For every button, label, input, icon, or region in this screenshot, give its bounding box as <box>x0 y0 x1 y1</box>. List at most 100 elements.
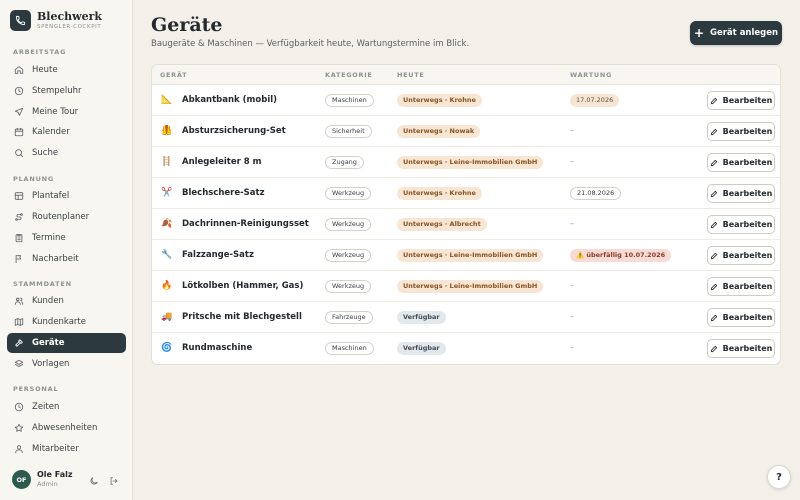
sidebar-item-stempeluhr[interactable]: Stempeluhr <box>7 81 126 101</box>
maintenance-empty: – <box>570 126 574 135</box>
sidebar-item-label: Mitarbeiter <box>32 444 79 454</box>
category-badge: Zugang <box>325 156 364 169</box>
pencil-icon <box>710 252 718 260</box>
maintenance-date-badge: 21.08.2026 <box>570 187 622 200</box>
logout-icon[interactable] <box>108 475 120 487</box>
brand[interactable]: Blechwerk SPENGLER-COCKPIT <box>10 10 102 31</box>
edit-label: Bearbeiten <box>722 220 773 229</box>
sidebar-item-mitarbeiter[interactable]: Mitarbeiter <box>7 439 126 459</box>
device-name: Blechschere-Satz <box>182 188 265 198</box>
column-header-today: HEUTE <box>397 71 425 79</box>
sidebar-item-label: Heute <box>32 65 58 75</box>
clipboard-icon <box>14 233 24 243</box>
add-device-button[interactable]: + Gerät anlegen <box>690 21 782 45</box>
moon-icon[interactable] <box>88 475 100 487</box>
sidebar-item-label: Suche <box>32 148 59 158</box>
sidebar-item-meine-tour[interactable]: Meine Tour <box>7 102 126 122</box>
table-header: GERÄT KATEGORIE HEUTE WARTUNG <box>152 65 780 85</box>
maintenance-empty: – <box>570 281 574 290</box>
edit-button[interactable]: Bearbeiten <box>707 153 775 172</box>
maintenance-date-badge: ⚠️ überfällig 10.07.2026 <box>570 249 672 262</box>
category-badge: Maschinen <box>325 94 374 107</box>
brand-name: Blechwerk <box>37 9 103 23</box>
edit-button[interactable]: Bearbeiten <box>707 246 775 265</box>
device-name: Absturzsicherung-Set <box>182 126 286 136</box>
pencil-icon <box>710 283 718 291</box>
sidebar-item-label: Stempeluhr <box>32 86 82 96</box>
category-badge: Werkzeug <box>325 218 372 231</box>
edit-button[interactable]: Bearbeiten <box>707 339 775 358</box>
edit-button[interactable]: Bearbeiten <box>707 184 775 203</box>
sidebar-item-geräte[interactable]: Geräte <box>7 333 126 353</box>
maintenance-empty: – <box>570 157 574 166</box>
category-badge: Werkzeug <box>325 280 372 293</box>
device-icon: 🦺 <box>161 126 173 136</box>
column-header-device: GERÄT <box>160 71 188 79</box>
edit-button[interactable]: Bearbeiten <box>707 91 775 110</box>
edit-button[interactable]: Bearbeiten <box>707 122 775 141</box>
layers-icon <box>14 359 24 369</box>
sidebar-item-nacharbeit[interactable]: Nacharbeit <box>7 249 126 269</box>
category-badge: Maschinen <box>325 342 374 355</box>
edit-button[interactable]: Bearbeiten <box>707 277 775 296</box>
status-badge: Unterwegs · Leine-Immobilien GmbH <box>397 249 544 262</box>
device-name: Dachrinnen-Reinigungsset <box>182 219 309 229</box>
map-icon <box>14 317 24 327</box>
device-icon: 📐 <box>161 95 173 105</box>
category-badge: Werkzeug <box>325 187 372 200</box>
sidebar-item-kunden[interactable]: Kunden <box>7 291 126 311</box>
sidebar-item-termine[interactable]: Termine <box>7 228 126 248</box>
edit-label: Bearbeiten <box>722 282 773 291</box>
sidebar-item-label: Geräte <box>32 338 65 348</box>
edit-label: Bearbeiten <box>722 251 773 260</box>
table-row: 🪜 Anlegeleiter 8 m Zugang Unterwegs · Leine… <box>152 147 780 178</box>
edit-button[interactable]: Bearbeiten <box>707 215 775 234</box>
status-badge: Unterwegs · Nowak <box>397 125 481 138</box>
pencil-icon <box>710 128 718 136</box>
sidebar-section-label: ARBEITSTAG <box>13 48 67 56</box>
sidebar-section-label: STAMMDATEN <box>13 280 72 288</box>
column-header-maintenance: WARTUNG <box>570 71 613 79</box>
add-device-label: Gerät anlegen <box>710 28 779 38</box>
sidebar-item-vorlagen[interactable]: Vorlagen <box>7 354 126 374</box>
category-badge: Sicherheit <box>325 125 372 138</box>
sidebar-item-heute[interactable]: Heute <box>7 60 126 80</box>
category-badge: Werkzeug <box>325 249 372 262</box>
edit-button[interactable]: Bearbeiten <box>707 308 775 327</box>
device-icon: 🪜 <box>161 157 173 167</box>
users-icon <box>14 296 24 306</box>
user-role: Admin <box>37 480 58 488</box>
pencil-icon <box>710 345 718 353</box>
sidebar-item-plantafel[interactable]: Plantafel <box>7 186 126 206</box>
status-badge: Unterwegs · Krohne <box>397 94 482 107</box>
board-icon <box>14 191 24 201</box>
device-name: Lötkolben (Hammer, Gas) <box>182 281 304 291</box>
sidebar-item-zeiten[interactable]: Zeiten <box>7 397 126 417</box>
device-name: Pritsche mit Blechgestell <box>182 312 302 322</box>
edit-label: Bearbeiten <box>722 344 773 353</box>
sidebar-item-routenplaner[interactable]: Routenplaner <box>7 207 126 227</box>
calendar-icon <box>14 127 24 137</box>
column-header-category: KATEGORIE <box>325 71 373 79</box>
plus-icon: + <box>693 26 704 40</box>
sidebar-item-abwesenheiten[interactable]: Abwesenheiten <box>7 418 126 438</box>
device-name: Abkantbank (mobil) <box>182 95 278 105</box>
device-name: Falzzange-Satz <box>182 250 254 260</box>
sidebar-item-label: Kalender <box>32 127 70 137</box>
device-icon: 🔥 <box>161 281 173 291</box>
sidebar: Blechwerk SPENGLER-COCKPIT ARBEITSTAG Heu… <box>0 0 133 500</box>
sidebar-item-suche[interactable]: Suche <box>7 143 126 163</box>
sidebar-item-label: Abwesenheiten <box>32 423 98 433</box>
clock-icon <box>14 402 24 412</box>
device-name: Rundmaschine <box>182 343 253 353</box>
hammer-icon <box>14 338 24 348</box>
pencil-icon <box>710 159 718 167</box>
sidebar-item-kalender[interactable]: Kalender <box>7 122 126 142</box>
pencil-icon <box>710 314 718 322</box>
status-badge: Unterwegs · Leine-Immobilien GmbH <box>397 156 544 169</box>
help-button[interactable]: ? <box>767 465 791 489</box>
sidebar-item-kundenkarte[interactable]: Kundenkarte <box>7 312 126 332</box>
status-badge: Unterwegs · Krohne <box>397 187 482 200</box>
user-profile[interactable]: OF Ole Falz Admin <box>12 470 73 489</box>
pencil-icon <box>710 97 718 105</box>
